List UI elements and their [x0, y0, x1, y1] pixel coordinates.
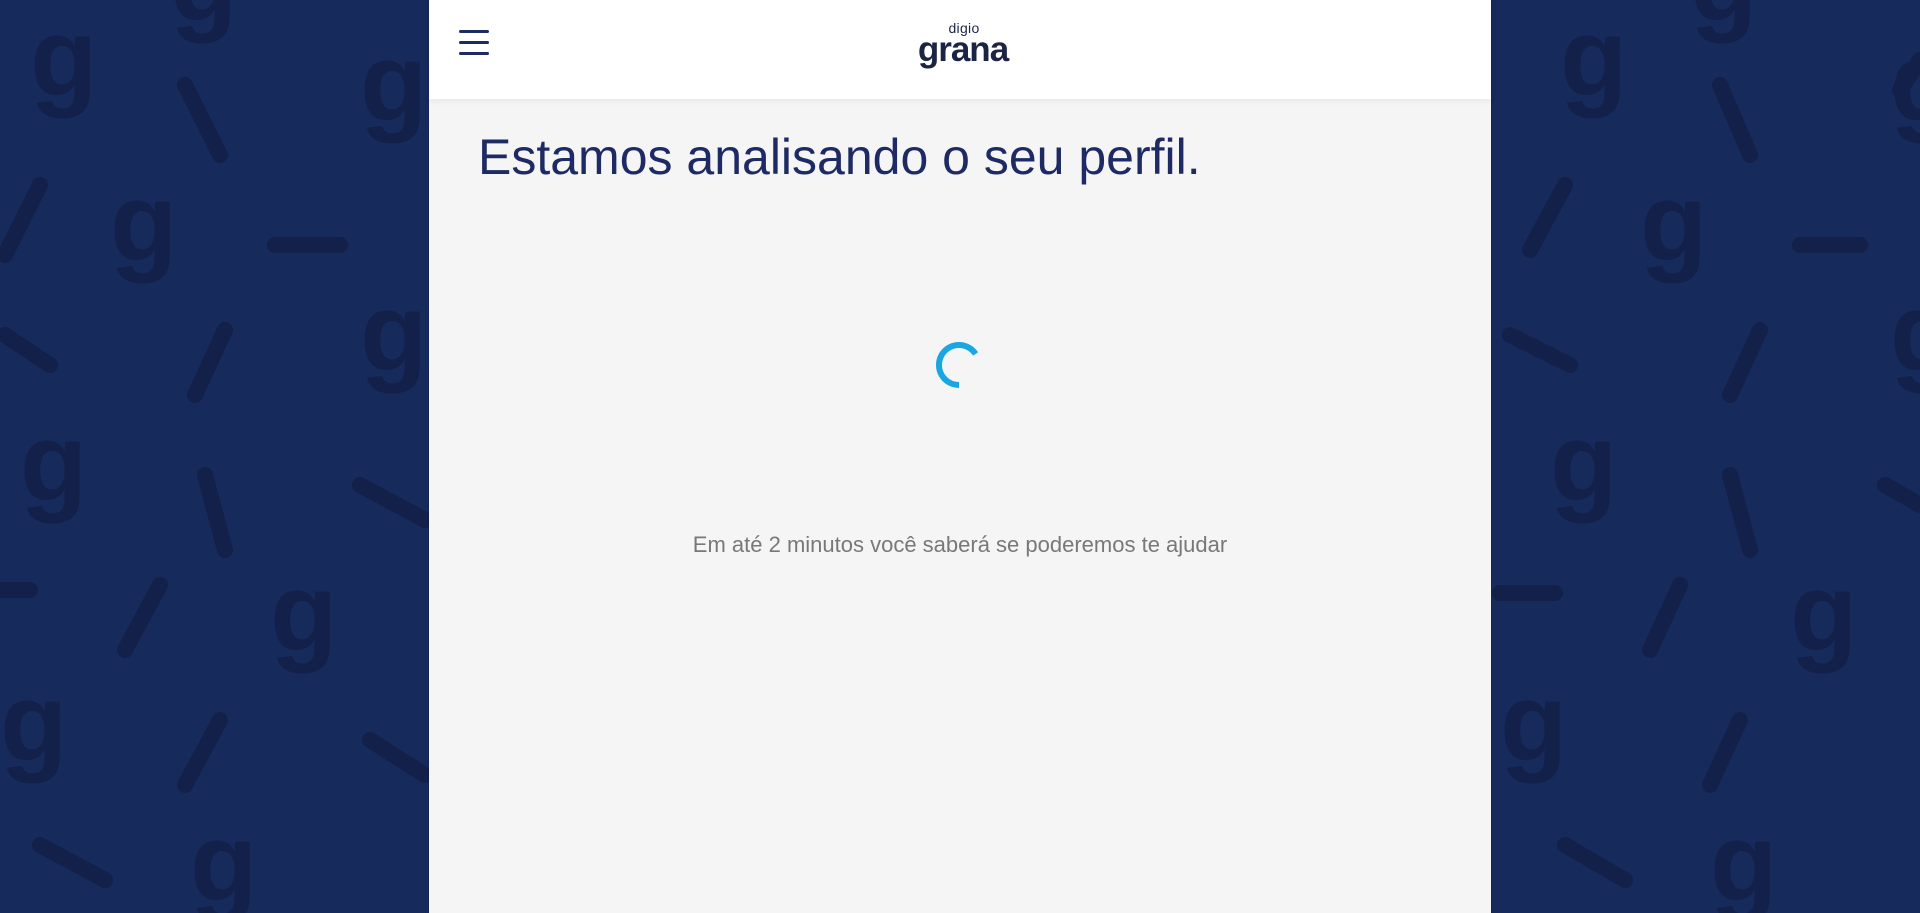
svg-text:g: g [360, 271, 427, 394]
svg-text:g: g [1890, 271, 1920, 394]
svg-text:g: g [270, 551, 337, 674]
svg-text:g: g [360, 21, 427, 144]
logo[interactable]: digio grana [913, 20, 1013, 78]
svg-text:g: g [1710, 801, 1777, 913]
svg-text:g: g [170, 0, 237, 44]
status-message: Em até 2 minutos você saberá se poderemo… [692, 532, 1228, 557]
svg-text:g: g [1640, 161, 1707, 284]
hamburger-menu-icon[interactable] [457, 28, 491, 58]
app-panel: digio grana Estamos analisando o seu per… [429, 0, 1491, 913]
svg-text:g: g [30, 0, 97, 119]
svg-text:g: g [0, 661, 67, 784]
svg-text:g: g [20, 401, 87, 524]
svg-text:g: g [1690, 0, 1757, 44]
svg-text:g: g [190, 801, 257, 913]
logo-main-text: grana [917, 30, 1009, 69]
loading-spinner-icon [935, 342, 979, 388]
header: digio grana [429, 0, 1491, 99]
svg-text:g: g [110, 161, 177, 284]
svg-text:g: g [1560, 0, 1627, 119]
svg-text:g: g [1500, 661, 1567, 784]
svg-text:g: g [1550, 401, 1617, 524]
page-title: Estamos analisando o seu perfil. [478, 129, 1201, 185]
svg-text:g: g [1890, 21, 1920, 144]
svg-text:g: g [1790, 551, 1857, 674]
